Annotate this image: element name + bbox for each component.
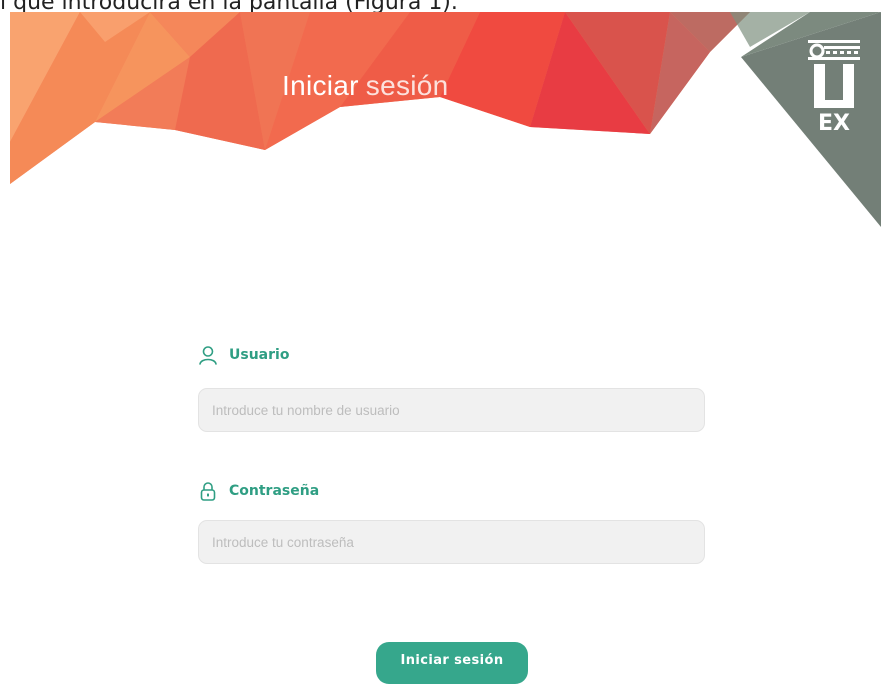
header-banner	[10, 12, 881, 227]
page-title-light: sesión	[365, 70, 449, 101]
lock-icon	[198, 481, 218, 501]
password-input[interactable]	[198, 520, 705, 564]
password-label: Contraseña	[198, 481, 319, 501]
username-input[interactable]	[198, 388, 705, 432]
page-title: Iniciar sesión	[282, 70, 449, 102]
username-label: Usuario	[198, 345, 289, 365]
username-label-text: Usuario	[229, 347, 290, 363]
logo-text: EX	[818, 111, 850, 132]
user-icon	[198, 345, 218, 365]
password-label-text: Contraseña	[229, 483, 320, 499]
page-title-bold: Iniciar	[282, 70, 359, 101]
uex-logo: EX	[808, 40, 862, 136]
